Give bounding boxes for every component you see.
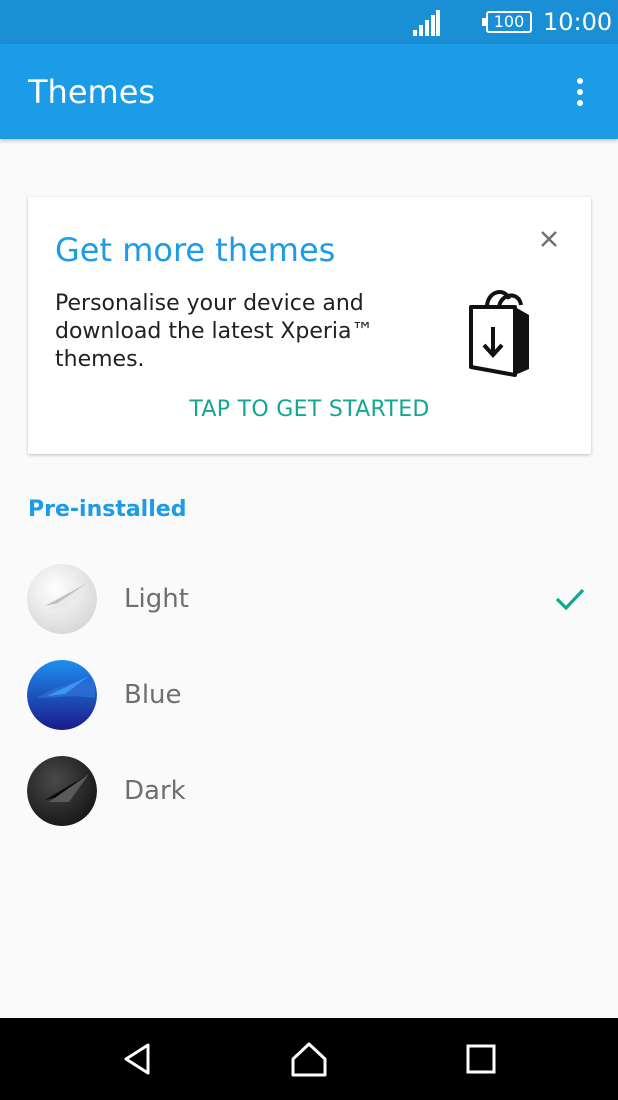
theme-name: Blue: [124, 680, 182, 710]
tap-to-get-started-button[interactable]: TAP TO GET STARTED: [28, 395, 591, 425]
promo-heading: Get more themes: [55, 231, 336, 269]
navigation-bar: [0, 1018, 618, 1100]
signal-icon: [413, 10, 440, 36]
theme-item-dark[interactable]: Dark: [0, 743, 618, 839]
clock: 10:00: [543, 8, 613, 36]
battery-level: 100: [493, 12, 525, 31]
app-bar: Themes: [0, 44, 618, 139]
check-icon: [555, 588, 585, 611]
promo-description: Personalise your device and download the…: [55, 291, 374, 372]
shopping-bag-download-icon: [469, 290, 529, 377]
blue-theme-swatch-icon: [27, 660, 97, 730]
theme-item-blue[interactable]: Blue: [0, 647, 618, 743]
theme-name: Light: [124, 584, 189, 614]
light-theme-swatch-icon: [27, 564, 97, 634]
section-header-pre-installed: Pre-installed: [28, 497, 187, 522]
theme-name: Dark: [124, 776, 186, 806]
recents-icon[interactable]: [461, 1039, 501, 1079]
more-vert-icon[interactable]: [562, 74, 598, 110]
back-icon[interactable]: [118, 1039, 158, 1079]
get-more-themes-card[interactable]: Get more themes Personalise your device …: [28, 197, 591, 454]
close-icon[interactable]: [533, 223, 565, 255]
dark-theme-swatch-icon: [27, 756, 97, 826]
theme-item-light[interactable]: Light: [0, 551, 618, 647]
home-icon[interactable]: [289, 1039, 329, 1079]
status-bar: 100 10:00: [0, 0, 618, 44]
page-title: Themes: [28, 73, 156, 111]
